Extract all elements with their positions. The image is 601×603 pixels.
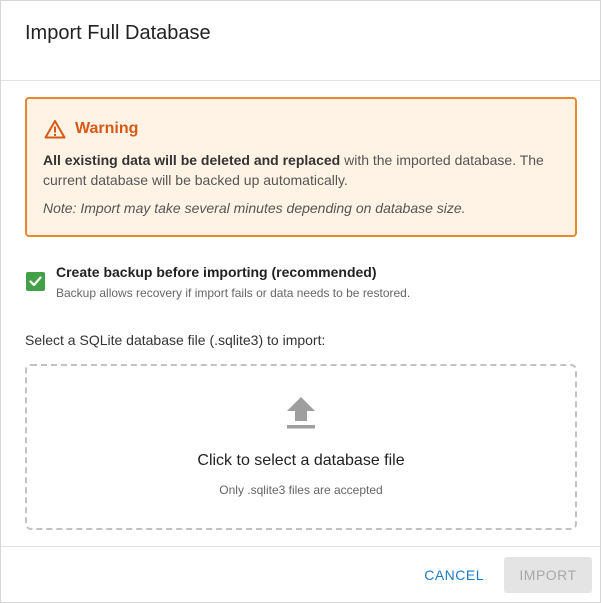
dialog-header: Import Full Database: [1, 1, 600, 81]
dialog-title: Import Full Database: [25, 22, 211, 44]
warning-note: Note: Import may take several minutes de…: [43, 200, 466, 216]
dialog-footer: CANCEL IMPORT: [1, 546, 600, 602]
warning-box: Warning All existing data will be delete…: [25, 97, 577, 237]
upload-icon: [285, 395, 317, 431]
warning-text-bold: All existing data will be deleted and re…: [43, 152, 341, 168]
warning-header: Warning: [43, 117, 559, 141]
dropzone-title: Click to select a database file: [197, 452, 405, 469]
backup-checkbox[interactable]: [26, 272, 45, 291]
backup-text: Create backup before importing (recommen…: [56, 263, 410, 303]
cancel-button[interactable]: CANCEL: [410, 557, 498, 593]
import-button[interactable]: IMPORT: [504, 556, 592, 593]
warning-triangle-icon: [43, 117, 67, 141]
checkmark-icon: [29, 276, 42, 287]
warning-text: All existing data will be deleted and re…: [43, 150, 563, 190]
dropzone-subtitle: Only .sqlite3 files are accepted: [219, 483, 383, 497]
backup-option: Create backup before importing (recommen…: [25, 263, 576, 303]
import-database-dialog: Import Full Database Warning All existin…: [0, 0, 601, 603]
file-select-label: Select a SQLite database file (.sqlite3)…: [25, 332, 326, 348]
warning-title: Warning: [75, 120, 139, 137]
file-dropzone[interactable]: Click to select a database file Only .sq…: [25, 364, 577, 530]
backup-help-text: Backup allows recovery if import fails o…: [56, 286, 411, 300]
backup-label[interactable]: Create backup before importing (recommen…: [56, 263, 410, 281]
dialog-body: Warning All existing data will be delete…: [1, 81, 600, 530]
